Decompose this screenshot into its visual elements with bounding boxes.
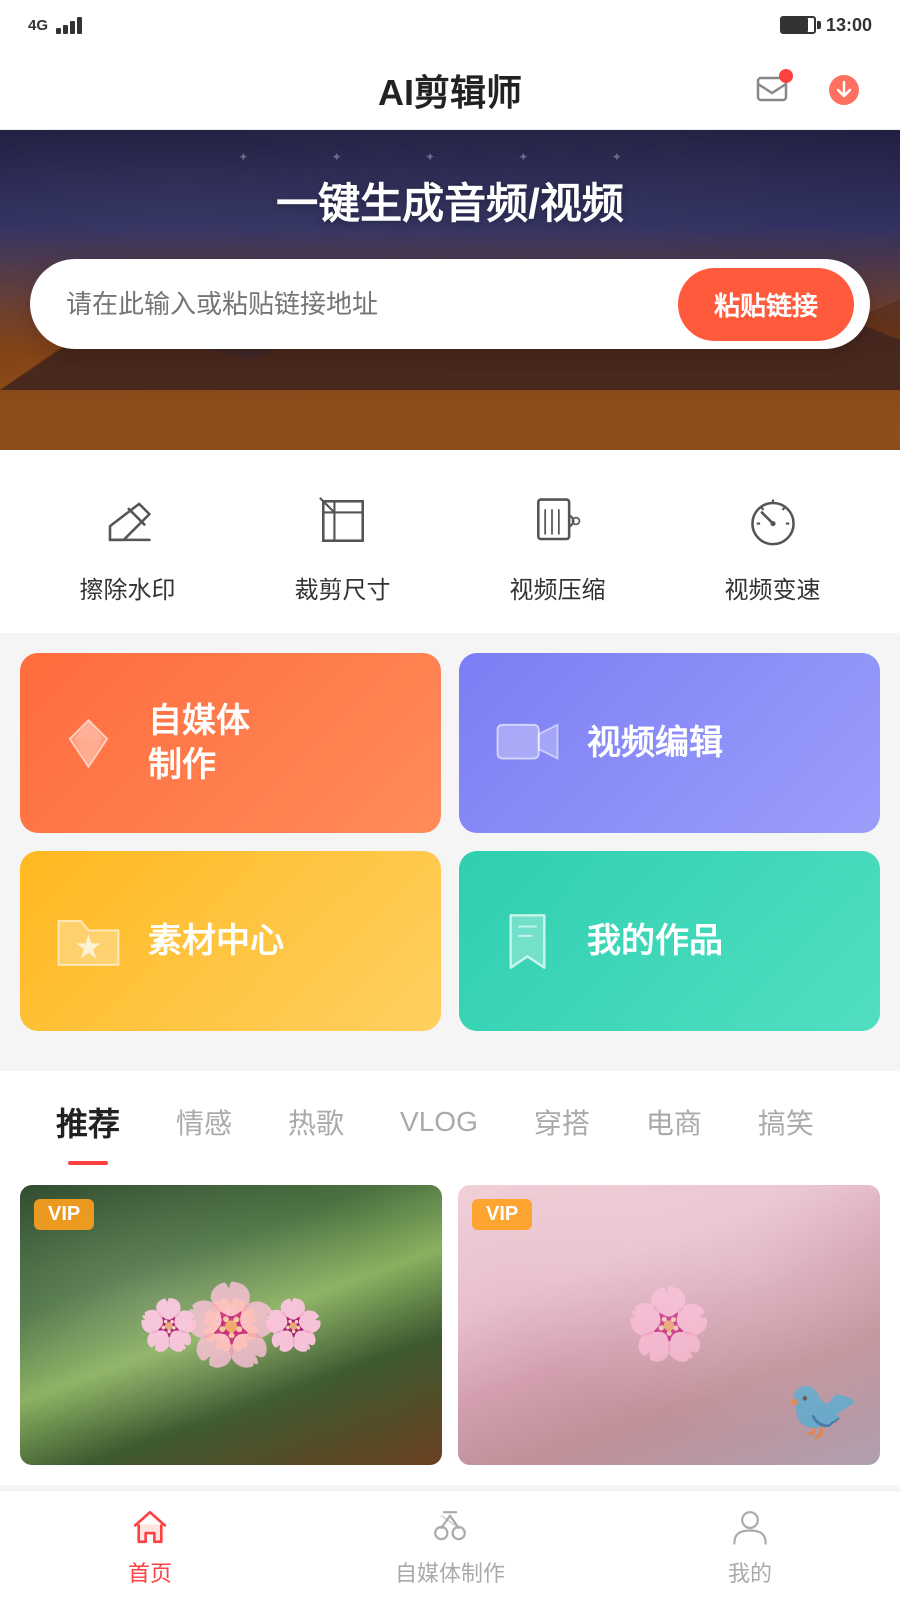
content-card-1[interactable]: 🌸 VIP [20, 1185, 442, 1465]
app-header: AI剪辑师 [0, 50, 900, 130]
compress-icon [523, 486, 593, 556]
hero-search-bar: 粘贴链接 [30, 259, 870, 349]
feature-card-works[interactable]: 我的作品 [459, 851, 880, 1031]
status-bar: 4G 13:00 [0, 0, 900, 50]
tool-watermark-label: 擦除水印 [80, 570, 176, 605]
feature-card-video[interactable]: 视频编辑 [459, 653, 880, 833]
tab-funny[interactable]: 搞笑 [730, 1102, 842, 1162]
eraser-icon [93, 486, 163, 556]
feature-grid: 自媒体 制作 视频编辑 素材中心 我的作品 [0, 633, 900, 1051]
nav-home-label: 首页 [128, 1556, 172, 1588]
crop-icon [308, 486, 378, 556]
speed-icon [738, 486, 808, 556]
tab-emotion[interactable]: 情感 [148, 1102, 260, 1162]
signal-icon [56, 16, 82, 34]
tab-ecommerce[interactable]: 电商 [618, 1102, 730, 1162]
hero-banner: 一键生成音频/视频 粘贴链接 [0, 130, 900, 450]
battery-icon [780, 16, 816, 34]
diamond-icon [48, 703, 128, 783]
tab-vlog[interactable]: VLOG [372, 1106, 506, 1158]
tab-hot-songs[interactable]: 热歌 [260, 1102, 372, 1162]
nav-profile[interactable]: 我的 [690, 1504, 810, 1588]
feature-material-label: 素材中心 [148, 919, 284, 963]
tool-watermark[interactable]: 擦除水印 [68, 486, 188, 605]
tool-compress[interactable]: 视频压缩 [498, 486, 618, 605]
nav-media-label: 自媒体制作 [395, 1556, 505, 1588]
feature-video-label: 视频编辑 [587, 721, 723, 765]
app-title: AI剪辑师 [378, 64, 522, 116]
tool-speed-label: 视频变速 [725, 570, 821, 605]
tool-compress-label: 视频压缩 [510, 570, 606, 605]
bottom-nav: 首页 自媒体制作 我的 [0, 1490, 900, 1600]
status-right: 13:00 [780, 15, 872, 36]
tabs-row: 推荐 情感 热歌 VLOG 穿搭 电商 搞笑 [28, 1099, 872, 1165]
time-label: 13:00 [826, 15, 872, 36]
tab-fashion[interactable]: 穿搭 [506, 1102, 618, 1162]
person-icon [727, 1504, 773, 1550]
feature-media-label: 自媒体 制作 [148, 699, 250, 787]
tab-recommend[interactable]: 推荐 [28, 1099, 148, 1165]
camera-icon [487, 703, 567, 783]
paste-button[interactable]: 粘贴链接 [678, 268, 854, 341]
feature-card-media[interactable]: 自媒体 制作 [20, 653, 441, 833]
nav-home[interactable]: 首页 [90, 1504, 210, 1588]
content-grid: 🌸 VIP 🌸 🐦 VIP [0, 1165, 900, 1485]
hero-title: 一键生成音频/视频 [276, 170, 624, 231]
download-button[interactable] [818, 64, 870, 116]
tool-speed[interactable]: 视频变速 [713, 486, 833, 605]
header-icons [746, 64, 870, 116]
url-input[interactable] [66, 289, 678, 320]
notification-dot [779, 69, 793, 83]
quick-tools-section: 擦除水印 裁剪尺寸 视频压缩 [0, 450, 900, 633]
inbox-button[interactable] [746, 64, 798, 116]
vip-badge-1: VIP [34, 1199, 94, 1230]
vip-badge-2: VIP [472, 1199, 532, 1230]
bookmark-icon [487, 901, 567, 981]
status-left: 4G [28, 16, 82, 34]
network-label: 4G [28, 17, 48, 34]
feature-card-material[interactable]: 素材中心 [20, 851, 441, 1031]
tool-crop[interactable]: 裁剪尺寸 [283, 486, 403, 605]
scissors-icon [427, 1504, 473, 1550]
feature-works-label: 我的作品 [587, 919, 723, 963]
content-card-2[interactable]: 🌸 🐦 VIP [458, 1185, 880, 1465]
tool-crop-label: 裁剪尺寸 [295, 570, 391, 605]
category-tabs: 推荐 情感 热歌 VLOG 穿搭 电商 搞笑 [0, 1071, 900, 1165]
folder-star-icon [48, 901, 128, 981]
home-icon [127, 1504, 173, 1550]
nav-profile-label: 我的 [728, 1556, 772, 1588]
nav-media-create[interactable]: 自媒体制作 [390, 1504, 510, 1588]
